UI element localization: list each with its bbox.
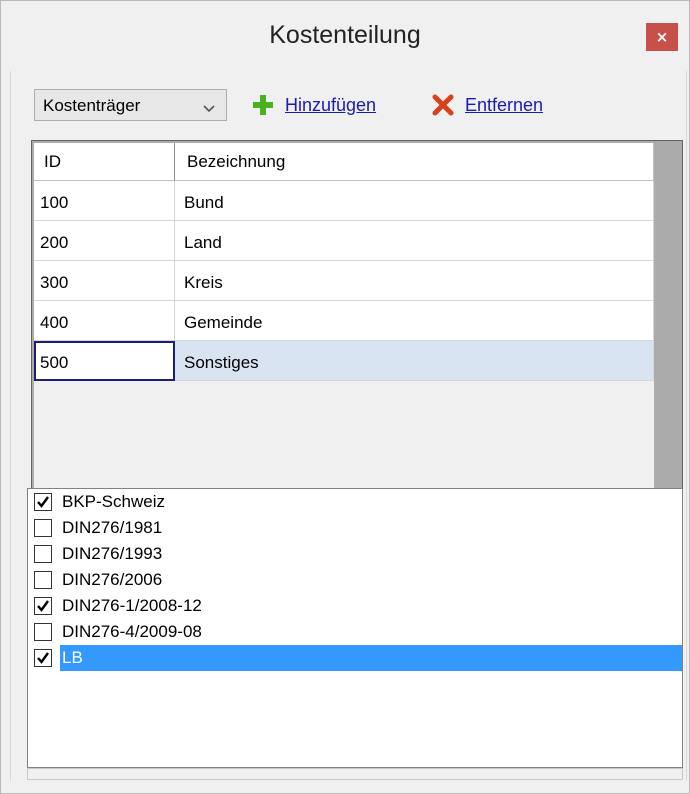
checklist-item[interactable]: BKP-Schweiz bbox=[28, 489, 682, 515]
toolbar: Kostenträger Hinzufügen Entfernen bbox=[11, 71, 686, 139]
checkbox[interactable] bbox=[34, 597, 52, 615]
close-button[interactable]: × bbox=[646, 23, 678, 51]
remove-button[interactable]: Entfernen bbox=[431, 91, 543, 119]
grid-body: ID Bezeichnung 100 Bund 200 Land 300 Kre… bbox=[34, 143, 682, 546]
checkbox[interactable] bbox=[34, 545, 52, 563]
chevron-down-icon bbox=[202, 99, 216, 119]
dialog-window: Kostenteilung × Kostenträger Hinzufügen bbox=[0, 0, 690, 794]
checkmark-icon bbox=[37, 496, 49, 508]
cell-id[interactable]: 300 bbox=[34, 261, 175, 301]
checklist-item[interactable]: DIN276-1/2008-12 bbox=[28, 593, 682, 619]
grid-header: ID Bezeichnung bbox=[34, 143, 654, 181]
cell-name[interactable]: Bund bbox=[175, 181, 654, 221]
cost-bearer-grid: ID Bezeichnung 100 Bund 200 Land 300 Kre… bbox=[31, 140, 683, 547]
checkbox[interactable] bbox=[34, 493, 52, 511]
cell-id[interactable]: 200 bbox=[34, 221, 175, 261]
cell-name[interactable]: Gemeinde bbox=[175, 301, 654, 341]
cell-id[interactable]: 500 bbox=[34, 341, 175, 381]
cell-name[interactable]: Sonstiges bbox=[175, 341, 654, 381]
dialog-client-area: Kostenträger Hinzufügen Entfernen ID Bez… bbox=[10, 71, 687, 781]
add-button[interactable]: Hinzufügen bbox=[251, 91, 376, 119]
remove-label: Entfernen bbox=[465, 94, 544, 115]
checklist-item-label: DIN276/1981 bbox=[62, 518, 163, 537]
checklist-item-label: DIN276-1/2008-12 bbox=[62, 596, 202, 615]
checklist-item-label: BKP-Schweiz bbox=[62, 492, 165, 511]
checklist-item-selected[interactable]: LB bbox=[28, 645, 682, 671]
plus-icon bbox=[251, 93, 275, 117]
checklist-item[interactable]: DIN276/1981 bbox=[28, 515, 682, 541]
checklist-item[interactable]: DIN276-4/2009-08 bbox=[28, 619, 682, 645]
table-row[interactable]: 100 Bund bbox=[34, 181, 654, 221]
add-label: Hinzufügen bbox=[285, 94, 377, 115]
table-row[interactable]: 400 Gemeinde bbox=[34, 301, 654, 341]
checklist-item-label: DIN276-4/2009-08 bbox=[62, 622, 202, 641]
checklist-item-label: DIN276/1993 bbox=[62, 544, 163, 563]
cost-type-dropdown[interactable]: Kostenträger bbox=[34, 89, 227, 121]
checklist-item-label: DIN276/2006 bbox=[62, 570, 163, 589]
dropdown-value: Kostenträger bbox=[43, 96, 141, 115]
title-bar: Kostenteilung × bbox=[1, 1, 689, 71]
checkbox[interactable] bbox=[34, 519, 52, 537]
table-row[interactable]: 300 Kreis bbox=[34, 261, 654, 301]
table-row[interactable]: 200 Land bbox=[34, 221, 654, 261]
column-header-id[interactable]: ID bbox=[34, 143, 175, 181]
checkbox[interactable] bbox=[34, 649, 52, 667]
grid-rows: 100 Bund 200 Land 300 Kreis 400 Gemeinde… bbox=[34, 181, 654, 381]
checkmark-icon bbox=[37, 652, 49, 664]
checkbox[interactable] bbox=[34, 571, 52, 589]
checkmark-icon bbox=[37, 600, 49, 612]
bottom-bar bbox=[27, 768, 683, 780]
column-header-name[interactable]: Bezeichnung bbox=[175, 143, 654, 181]
cell-id[interactable]: 400 bbox=[34, 301, 175, 341]
x-icon bbox=[431, 93, 455, 117]
table-row-selected[interactable]: 500 Sonstiges bbox=[34, 341, 654, 381]
checklist-item[interactable]: DIN276/1993 bbox=[28, 541, 682, 567]
cost-structure-checklist: BKP-Schweiz DIN276/1981 DIN276/1993 DIN2… bbox=[27, 488, 683, 768]
cell-id[interactable]: 100 bbox=[34, 181, 175, 221]
window-title: Kostenteilung bbox=[269, 21, 421, 49]
checklist-item-label: LB bbox=[62, 648, 83, 667]
cell-name[interactable]: Kreis bbox=[175, 261, 654, 301]
grid-rows-area: 100 Bund 200 Land 300 Kreis 400 Gemeinde… bbox=[34, 181, 654, 541]
cell-name[interactable]: Land bbox=[175, 221, 654, 261]
checkbox[interactable] bbox=[34, 623, 52, 641]
checklist-item[interactable]: DIN276/2006 bbox=[28, 567, 682, 593]
